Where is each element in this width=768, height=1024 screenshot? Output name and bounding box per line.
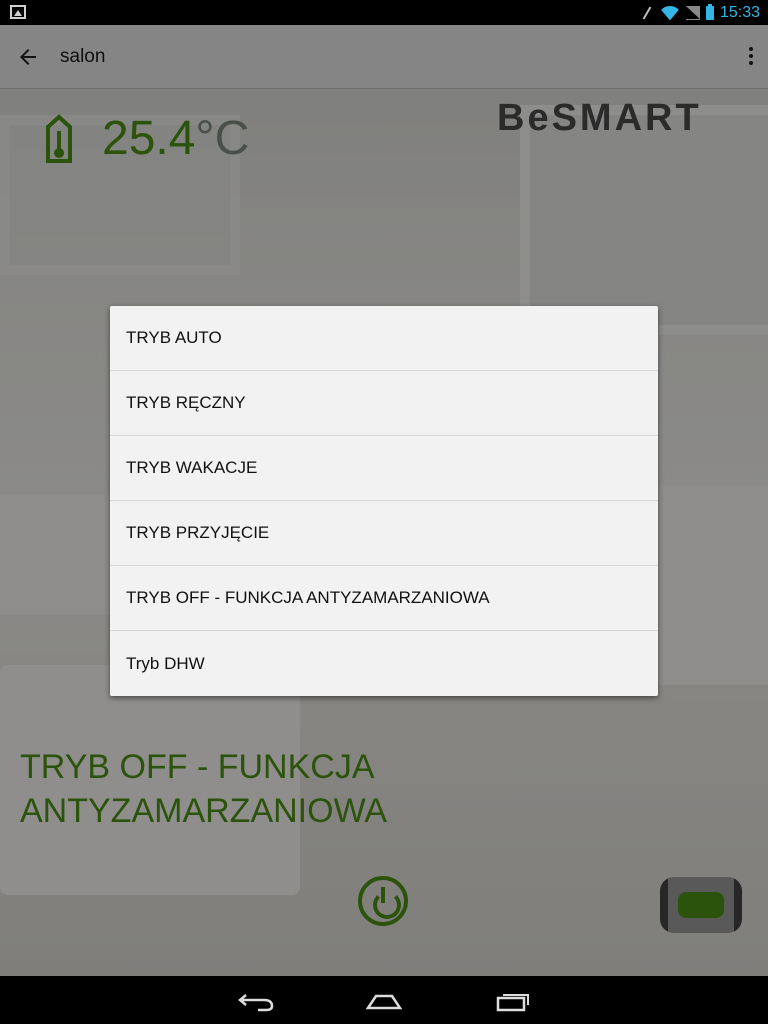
menu-item-tryb-dhw[interactable]: Tryb DHW [110, 631, 658, 696]
wifi-icon [660, 6, 680, 20]
mode-popup-menu: TRYB AUTO TRYB RĘCZNY TRYB WAKACJE TRYB … [110, 306, 658, 696]
menu-item-tryb-auto[interactable]: TRYB AUTO [110, 306, 658, 371]
recents-nav-icon[interactable] [494, 988, 534, 1012]
home-nav-icon[interactable] [364, 988, 404, 1012]
mute-icon [640, 6, 654, 20]
signal-icon [685, 6, 700, 20]
menu-item-tryb-off[interactable]: TRYB OFF - FUNKCJA ANTYZAMARZANIOWA [110, 566, 658, 631]
menu-item-tryb-przyjecie[interactable]: TRYB PRZYJĘCIE [110, 501, 658, 566]
clock: 15:33 [719, 4, 760, 21]
menu-item-tryb-reczny[interactable]: TRYB RĘCZNY [110, 371, 658, 436]
status-icons: 15:33 [640, 3, 760, 23]
battery-icon [705, 4, 714, 20]
navigation-bar [0, 976, 768, 1024]
menu-item-tryb-wakacje[interactable]: TRYB WAKACJE [110, 436, 658, 501]
status-bar: 15:33 [0, 0, 768, 25]
gallery-icon [10, 5, 26, 19]
back-nav-icon[interactable] [236, 988, 276, 1012]
